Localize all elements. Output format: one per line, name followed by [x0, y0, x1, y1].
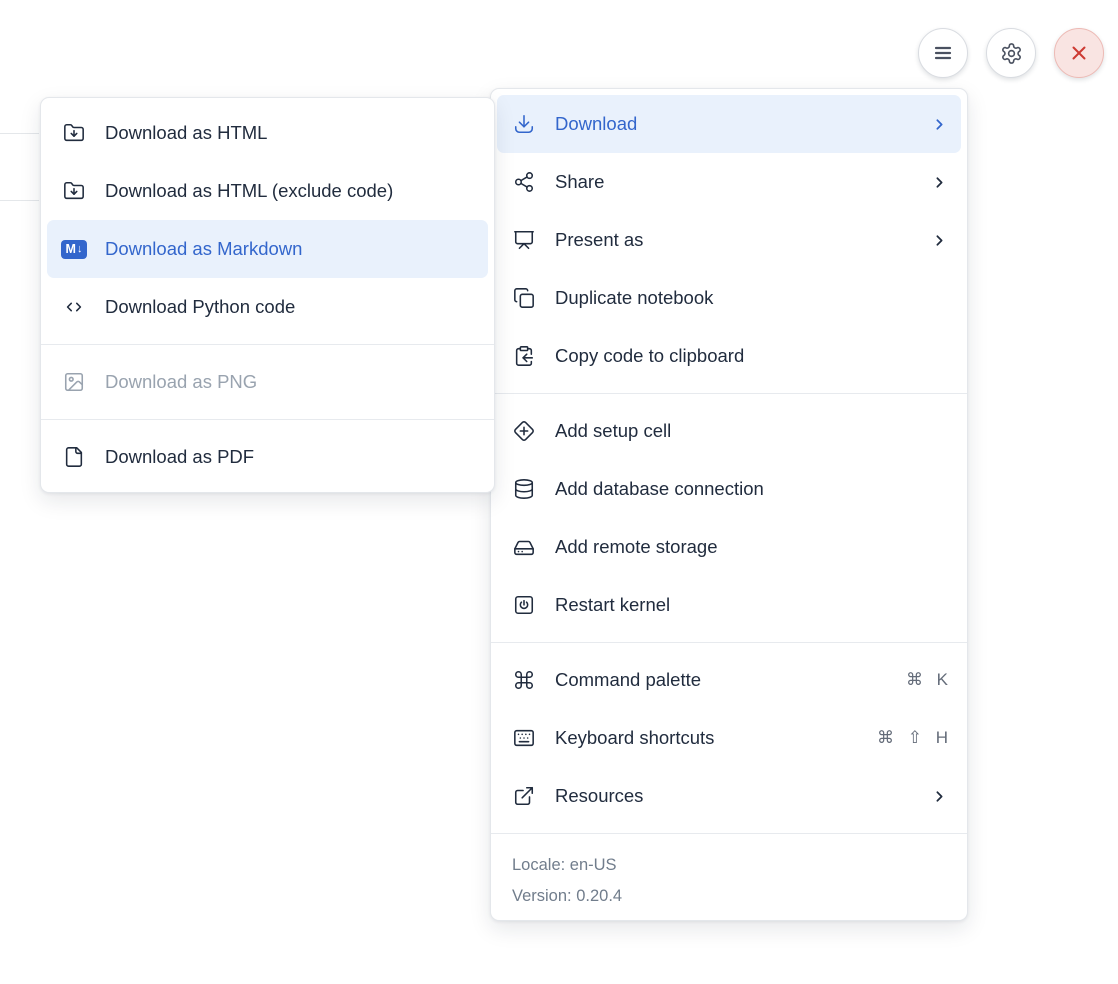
menu-item-label: Add setup cell — [555, 420, 948, 442]
menu-item-label: Download as HTML (exclude code) — [105, 180, 475, 202]
locale-text: Locale: en-US — [512, 850, 946, 881]
download-icon — [511, 113, 537, 135]
gear-icon — [1000, 42, 1023, 65]
menu-separator — [41, 344, 494, 345]
menu-item-label: Share — [555, 171, 913, 193]
menu-item-label: Resources — [555, 785, 913, 807]
menu-item-copy-code-to-clipboard[interactable]: Copy code to clipboard — [497, 327, 961, 385]
shortcut-hint: ⌘ K — [906, 670, 948, 690]
folder-down-icon — [61, 180, 87, 202]
menu-item-add-remote-storage[interactable]: Add remote storage — [497, 518, 961, 576]
chevron-right-icon — [931, 174, 948, 191]
menu-item-add-setup-cell[interactable]: Add setup cell — [497, 402, 961, 460]
command-icon — [511, 669, 537, 691]
menu-item-label: Duplicate notebook — [555, 287, 948, 309]
menu-item-download-as-html[interactable]: Download as HTML — [47, 104, 488, 162]
menu-item-label: Download as PDF — [105, 446, 475, 468]
diamond-plus-icon — [511, 420, 537, 442]
copy-icon — [511, 287, 537, 309]
file-icon — [61, 446, 87, 468]
hamburger-menu-icon — [931, 41, 955, 65]
menu-item-label: Copy code to clipboard — [555, 345, 948, 367]
chevron-right-icon — [931, 116, 948, 133]
clipboard-copy-icon — [511, 345, 537, 367]
menu-separator — [491, 833, 967, 834]
menu-item-download-as-png[interactable]: Download as PNG — [47, 353, 488, 411]
menu-item-label: Keyboard shortcuts — [555, 727, 859, 749]
menu-item-download-as-html-exclude-code[interactable]: Download as HTML (exclude code) — [47, 162, 488, 220]
menu-item-label: Restart kernel — [555, 594, 948, 616]
menu-item-download-as-markdown[interactable]: M↓ Download as Markdown — [47, 220, 488, 278]
menu-item-label: Present as — [555, 229, 913, 251]
menu-item-label: Add remote storage — [555, 536, 948, 558]
menu-item-label: Add database connection — [555, 478, 948, 500]
menu-item-restart-kernel[interactable]: Restart kernel — [497, 576, 961, 634]
menu-item-keyboard-shortcuts[interactable]: Keyboard shortcuts ⌘ ⇧ H — [497, 709, 961, 767]
menu-item-label: Download as PNG — [105, 371, 475, 393]
menu-item-command-palette[interactable]: Command palette ⌘ K — [497, 651, 961, 709]
notebook-menu-button[interactable] — [918, 28, 968, 78]
presentation-icon — [511, 229, 537, 251]
code-icon — [61, 296, 87, 318]
download-submenu: Download as HTML Download as HTML (exclu… — [40, 97, 495, 493]
image-icon — [61, 371, 87, 393]
menu-item-resources[interactable]: Resources — [497, 767, 961, 825]
menu-item-download-python-code[interactable]: Download Python code — [47, 278, 488, 336]
square-power-icon — [511, 594, 537, 616]
hard-drive-icon — [511, 536, 537, 558]
menu-item-label: Command palette — [555, 669, 888, 691]
close-x-icon — [1067, 41, 1091, 65]
menu-item-label: Download Python code — [105, 296, 475, 318]
page-rule-bottom — [0, 200, 39, 201]
menu-item-label: Download as Markdown — [105, 238, 475, 260]
menu-separator — [41, 419, 494, 420]
menu-item-duplicate-notebook[interactable]: Duplicate notebook — [497, 269, 961, 327]
menu-item-download[interactable]: Download — [497, 95, 961, 153]
shutdown-button[interactable] — [1054, 28, 1104, 78]
menu-item-present-as[interactable]: Present as — [497, 211, 961, 269]
menu-footer: Locale: en-US Version: 0.20.4 — [491, 842, 967, 914]
menu-item-label: Download as HTML — [105, 122, 475, 144]
notebook-actions-menu: Download Share Present as Duplicate note… — [490, 88, 968, 921]
folder-down-icon — [61, 122, 87, 144]
share-icon — [511, 171, 537, 193]
menu-separator — [491, 642, 967, 643]
chevron-right-icon — [931, 232, 948, 249]
menu-item-download-as-pdf[interactable]: Download as PDF — [47, 428, 488, 486]
menu-item-add-database-connection[interactable]: Add database connection — [497, 460, 961, 518]
keyboard-icon — [511, 727, 537, 749]
external-link-icon — [511, 785, 537, 807]
settings-button[interactable] — [986, 28, 1036, 78]
menu-item-label: Download — [555, 113, 913, 135]
markdown-download-icon: M↓ — [61, 240, 87, 259]
database-icon — [511, 478, 537, 500]
page-rule-top — [0, 133, 39, 134]
version-text: Version: 0.20.4 — [512, 881, 946, 912]
menu-separator — [491, 393, 967, 394]
shortcut-hint: ⌘ ⇧ H — [877, 728, 948, 748]
chevron-right-icon — [931, 788, 948, 805]
menu-item-share[interactable]: Share — [497, 153, 961, 211]
